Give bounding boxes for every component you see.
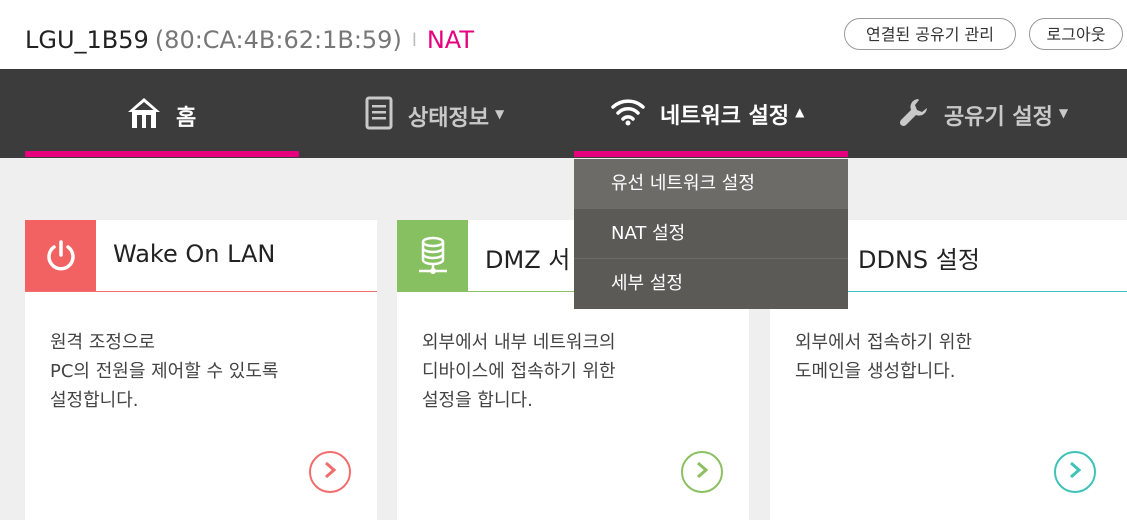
- card-desc-line: 도메인을 생성합니다.: [795, 361, 956, 382]
- main-nav: 홈 상태정보 ▼ 네트워크 설정 ▲ 공유기 설정 ▼: [0, 69, 1127, 158]
- chevron-down-icon: ▼: [494, 107, 505, 121]
- power-icon: [25, 220, 96, 291]
- card-desc-line: 원격 조정으로: [50, 332, 156, 353]
- card-go-button[interactable]: [681, 451, 723, 493]
- chevron-right-icon: [694, 460, 710, 484]
- menu-item-nat-settings[interactable]: NAT 설정: [574, 209, 848, 259]
- nav-router-label: 공유기 설정: [944, 105, 1053, 130]
- header-separator: l: [411, 30, 417, 51]
- home-icon: [126, 96, 162, 136]
- nav-network[interactable]: 네트워크 설정 ▲: [574, 69, 848, 158]
- card-go-button[interactable]: [1054, 451, 1096, 493]
- card-desc-line: 설정을 합니다.: [422, 390, 533, 411]
- device-info: LGU_1B59 (80:CA:4B:62:1B:59) l NAT: [25, 24, 474, 59]
- card-title: DDNS 설정: [858, 246, 980, 274]
- chevron-up-icon: ▲: [795, 105, 805, 119]
- nav-home-label: 홈: [176, 106, 197, 131]
- card-description: 원격 조정으로 PC의 전원을 제어할 수 있도록 설정합니다.: [50, 328, 278, 415]
- card-description: 외부에서 접속하기 위한 도메인을 생성합니다.: [795, 328, 972, 386]
- chevron-right-icon: [322, 460, 338, 484]
- wifi-icon: [610, 96, 646, 132]
- card-header: Wake On LAN: [25, 220, 377, 292]
- card-description: 외부에서 내부 네트워크의 디바이스에 접속하기 위한 설정을 합니다.: [422, 328, 616, 415]
- nav-home-active-bar: [25, 151, 299, 157]
- network-mode: NAT: [426, 26, 474, 54]
- chevron-right-icon: [1067, 460, 1083, 484]
- logout-button[interactable]: 로그아웃: [1029, 18, 1123, 50]
- top-header: LGU_1B59 (80:CA:4B:62:1B:59) l NAT 연결된 공유기 …: [0, 0, 1127, 69]
- menu-item-wired-network[interactable]: 유선 네트워크 설정: [574, 159, 848, 209]
- nav-router[interactable]: 공유기 설정 ▼: [848, 69, 1127, 158]
- network-settings-dropdown: 유선 네트워크 설정 NAT 설정 세부 설정: [574, 159, 848, 309]
- nav-status-label: 상태정보: [408, 106, 489, 131]
- nav-network-label: 네트워크 설정: [660, 104, 790, 129]
- device-mac: (80:CA:4B:62:1B:59): [154, 26, 402, 54]
- nav-home[interactable]: 홈: [25, 69, 299, 158]
- card-desc-line: PC의 전원을 제어할 수 있도록: [50, 361, 279, 382]
- card-title: Wake On LAN: [113, 240, 276, 268]
- card-go-button[interactable]: [309, 451, 351, 493]
- card-desc-line: 외부에서 접속하기 위한: [795, 332, 973, 353]
- nav-status[interactable]: 상태정보 ▼: [300, 69, 574, 158]
- card-title: DMZ 서: [485, 246, 571, 274]
- wrench-icon: [898, 96, 930, 134]
- device-name: LGU_1B59: [25, 26, 149, 54]
- manage-routers-button[interactable]: 연결된 공유기 관리: [844, 18, 1016, 50]
- card-desc-line: 외부에서 내부 네트워크의: [422, 332, 616, 353]
- document-icon: [364, 96, 394, 136]
- server-icon: [397, 220, 468, 291]
- card-desc-line: 디바이스에 접속하기 위한: [422, 361, 616, 382]
- chevron-down-icon: ▼: [1058, 106, 1069, 120]
- card-wake-on-lan: Wake On LAN 원격 조정으로 PC의 전원을 제어할 수 있도록 설정…: [25, 220, 377, 520]
- nav-network-active-bar: [574, 151, 848, 157]
- card-desc-line: 설정합니다.: [50, 390, 139, 411]
- menu-item-advanced-settings[interactable]: 세부 설정: [574, 259, 848, 309]
